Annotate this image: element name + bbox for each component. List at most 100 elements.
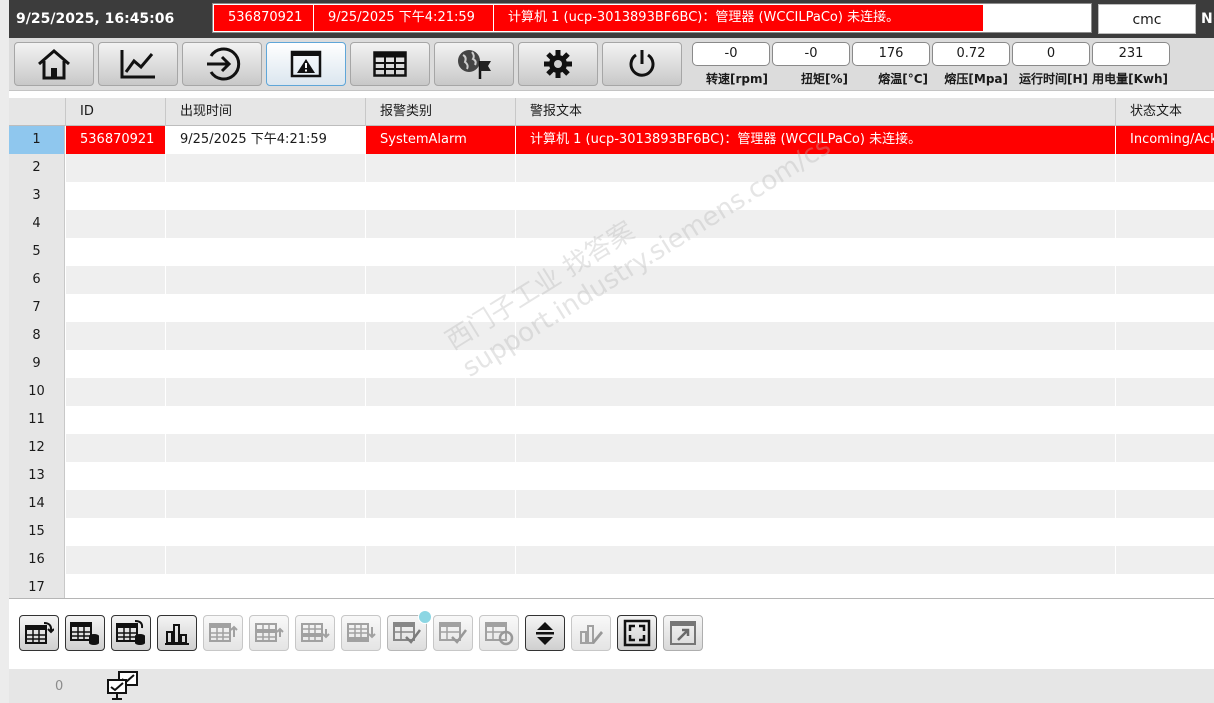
settings-button[interactable]: [518, 42, 598, 86]
home-icon: [38, 49, 70, 80]
fullscreen-button[interactable]: [617, 615, 657, 651]
header-state[interactable]: 状态文本: [1115, 98, 1214, 126]
table-row[interactable]: 12: [9, 434, 1214, 462]
alarm-archive-button[interactable]: [111, 615, 151, 651]
alarm-line-time: 9/25/2025 下午4:21:59: [314, 5, 494, 31]
readout-runtime: 0 运行时间[H]: [1012, 42, 1090, 87]
table-row[interactable]: 7: [9, 294, 1214, 322]
power-button[interactable]: [602, 42, 682, 86]
header-class[interactable]: 报警类别: [365, 98, 515, 126]
scroll-toggle-button[interactable]: [525, 615, 565, 651]
row-number: 11: [9, 406, 65, 434]
table-row[interactable]: 15: [9, 518, 1214, 546]
alarm-table[interactable]: ID 出现时间 报警类别 警报文本 状态文本 1 536870921 9/25/20…: [9, 98, 1214, 599]
cell-time: [165, 462, 365, 490]
readout-speed-label: 转速[rpm]: [706, 72, 768, 86]
table-row[interactable]: 1 536870921 9/25/2025 下午4:21:59 SystemAlarm…: [9, 126, 1214, 154]
globe-flag-icon: [458, 50, 491, 79]
table-row[interactable]: 3: [9, 182, 1214, 210]
cell-text: [515, 462, 1115, 490]
acknowledge-button[interactable]: [387, 610, 432, 651]
home-button[interactable]: [14, 42, 94, 86]
cell-text: [515, 574, 1115, 598]
acknowledge-all-icon: [439, 622, 467, 644]
edit-alarm-button[interactable]: [571, 615, 611, 651]
cell-class: [365, 462, 515, 490]
table-row[interactable]: 10: [9, 378, 1214, 406]
table-row[interactable]: 11: [9, 406, 1214, 434]
cell-id: [65, 490, 165, 518]
cell-id: 536870921: [65, 126, 165, 154]
cell-class: [365, 518, 515, 546]
cell-time: [165, 238, 365, 266]
table-row[interactable]: 8: [9, 322, 1214, 350]
cell-state: [1115, 322, 1214, 350]
header-rownum: [9, 98, 65, 126]
sort-descending-button[interactable]: [341, 615, 381, 651]
cell-time: [165, 490, 365, 518]
table-button[interactable]: [350, 42, 430, 86]
move-down-button[interactable]: [295, 615, 335, 651]
table-row[interactable]: 5: [9, 238, 1214, 266]
readout-melt-temp-value: 176: [852, 42, 930, 66]
sort-ascending-button[interactable]: [203, 615, 243, 651]
table-row[interactable]: 13: [9, 462, 1214, 490]
row-number: 3: [9, 182, 65, 210]
loop-in-alarm-button[interactable]: [479, 615, 519, 651]
table-row[interactable]: 6: [9, 266, 1214, 294]
cell-id: [65, 462, 165, 490]
alarm-statistics-icon: [165, 624, 189, 645]
alarm-archive-icon: [116, 620, 145, 645]
table-row[interactable]: 16: [9, 546, 1214, 574]
current-alarms-button[interactable]: [19, 615, 59, 651]
table-row[interactable]: 17: [9, 574, 1214, 598]
cell-text: [515, 350, 1115, 378]
table-row[interactable]: 9: [9, 350, 1214, 378]
user-field[interactable]: cmc: [1098, 4, 1196, 34]
cell-state: [1115, 406, 1214, 434]
cell-text: [515, 266, 1115, 294]
row-number: 5: [9, 238, 65, 266]
top-edge-text: N(: [1201, 11, 1214, 27]
current-alarms-icon: [25, 622, 54, 644]
export-button[interactable]: [663, 615, 703, 651]
alarm-statistics-button[interactable]: [157, 615, 197, 651]
cell-state: [1115, 574, 1214, 598]
cell-class: [365, 406, 515, 434]
table-row[interactable]: 14: [9, 490, 1214, 518]
alarm-line-id: 536870921: [214, 5, 314, 31]
cell-time: [165, 266, 365, 294]
cell-state: [1115, 182, 1214, 210]
row-number: 7: [9, 294, 65, 322]
language-button[interactable]: [434, 42, 514, 86]
cell-id: [65, 434, 165, 462]
header-time[interactable]: 出现时间: [165, 98, 365, 126]
cell-id: [65, 378, 165, 406]
table-row[interactable]: 4: [9, 210, 1214, 238]
cell-time: [165, 546, 365, 574]
cell-state: [1115, 518, 1214, 546]
login-button[interactable]: [182, 42, 262, 86]
cell-class: [365, 574, 515, 598]
header-text[interactable]: 警报文本: [515, 98, 1115, 126]
alarm-view-button[interactable]: [266, 42, 346, 86]
alarm-toolbar: [9, 599, 1214, 669]
readout-speed-value: -0: [692, 42, 770, 66]
header-id[interactable]: ID: [65, 98, 165, 126]
alarm-log-button[interactable]: [65, 615, 105, 651]
computer-check-icon[interactable]: [106, 671, 142, 701]
trend-button[interactable]: [98, 42, 178, 86]
left-strip: [0, 0, 9, 703]
readout-energy-value: 231: [1092, 42, 1170, 66]
cell-state: [1115, 210, 1214, 238]
table-row[interactable]: 2: [9, 154, 1214, 182]
cell-state: Incoming/Ack: [1115, 126, 1214, 154]
alarm-line[interactable]: 536870921 9/25/2025 下午4:21:59 计算机 1 (ucp…: [212, 3, 1092, 33]
move-up-button[interactable]: [249, 615, 289, 651]
cell-id: [65, 350, 165, 378]
acknowledge-all-button[interactable]: [433, 615, 473, 651]
cell-text: [515, 322, 1115, 350]
cell-id: [65, 210, 165, 238]
trend-chart-icon: [120, 50, 155, 79]
cell-class: SystemAlarm: [365, 126, 515, 154]
